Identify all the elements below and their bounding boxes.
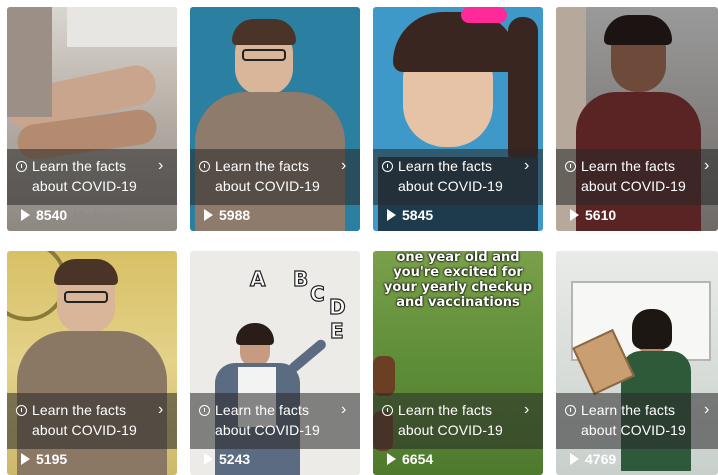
play-icon	[204, 209, 213, 221]
play-icon	[570, 453, 579, 465]
caption-line-2: about COVID-19	[32, 422, 137, 438]
overlay-letter: E	[329, 318, 344, 343]
view-count: 5845	[402, 207, 434, 223]
caption-line-1: Learn the facts	[32, 158, 127, 174]
video-grid: Learn the facts about COVID-19 › 8540 Mi…	[0, 0, 718, 475]
chevron-right-icon[interactable]: ›	[524, 401, 529, 419]
chevron-right-icon[interactable]: ›	[158, 401, 163, 419]
overlay-letter: C	[309, 281, 325, 306]
info-circle-icon	[199, 405, 210, 416]
video-card[interactable]: Learn the facts about COVID-19 › 5195	[7, 251, 177, 475]
chevron-right-icon[interactable]: ›	[158, 157, 163, 175]
view-count: 6654	[402, 451, 434, 467]
caption-line-1: Learn the facts	[581, 402, 676, 418]
caption-line-1: Learn the facts	[215, 402, 310, 418]
play-icon	[21, 209, 30, 221]
video-overlay-caption: one year old and you're excited for your…	[383, 251, 533, 310]
chevron-right-icon[interactable]: ›	[704, 401, 709, 419]
info-circle-icon	[382, 161, 393, 172]
caption-line-2: about COVID-19	[32, 178, 137, 194]
caption-line-2: about COVID-19	[581, 422, 686, 438]
caption-line-2: about COVID-19	[581, 178, 686, 194]
info-circle-icon	[16, 161, 27, 172]
view-count: 5988	[219, 207, 251, 223]
view-count: 4769	[585, 451, 617, 467]
chevron-right-icon[interactable]: ›	[341, 401, 346, 419]
info-circle-icon	[565, 405, 576, 416]
info-circle-icon	[565, 161, 576, 172]
chevron-right-icon[interactable]: ›	[704, 157, 709, 175]
caption-line-1: Learn the facts	[398, 158, 493, 174]
video-card[interactable]: Learn the facts about COVID-19 › 5610	[556, 7, 718, 231]
info-circle-icon	[382, 405, 393, 416]
caption-line-1: Learn the facts	[581, 158, 676, 174]
info-circle-icon	[199, 161, 210, 172]
chevron-right-icon[interactable]: ›	[341, 157, 346, 175]
caption-line-2: about COVID-19	[215, 178, 320, 194]
info-circle-icon	[16, 405, 27, 416]
video-card[interactable]: Learn the facts about COVID-19 › 5845	[373, 7, 543, 231]
video-card[interactable]: Learn the facts about COVID-19 › 4769	[556, 251, 718, 475]
overlay-letter: A	[249, 266, 266, 291]
play-icon	[387, 453, 396, 465]
overlay-letter: D	[328, 294, 346, 319]
view-count: 5195	[36, 451, 68, 467]
caption-line-2: about COVID-19	[398, 422, 503, 438]
chevron-right-icon[interactable]: ›	[524, 157, 529, 175]
caption-line-1: Learn the facts	[398, 402, 493, 418]
play-icon	[570, 209, 579, 221]
play-icon	[387, 209, 396, 221]
view-count: 8540	[36, 207, 68, 223]
video-card[interactable]: Learn the facts about COVID-19 › 8540 Mi…	[7, 7, 177, 231]
video-card[interactable]: A B C D E Learn the facts about COVID-19…	[190, 251, 360, 475]
play-icon	[21, 453, 30, 465]
view-count: 5610	[585, 207, 617, 223]
caption-line-2: about COVID-19	[215, 422, 320, 438]
video-card[interactable]: Learn the facts about COVID-19 › 5988	[190, 7, 360, 231]
video-card[interactable]: one year old and you're excited for your…	[373, 251, 543, 475]
view-count: 5243	[219, 451, 251, 467]
overlay-letter: B	[292, 266, 309, 291]
caption-line-1: Learn the facts	[215, 158, 310, 174]
watermark-text: Michigan	[73, 208, 126, 222]
play-icon	[204, 453, 213, 465]
caption-line-2: about COVID-19	[398, 178, 503, 194]
caption-line-1: Learn the facts	[32, 402, 127, 418]
